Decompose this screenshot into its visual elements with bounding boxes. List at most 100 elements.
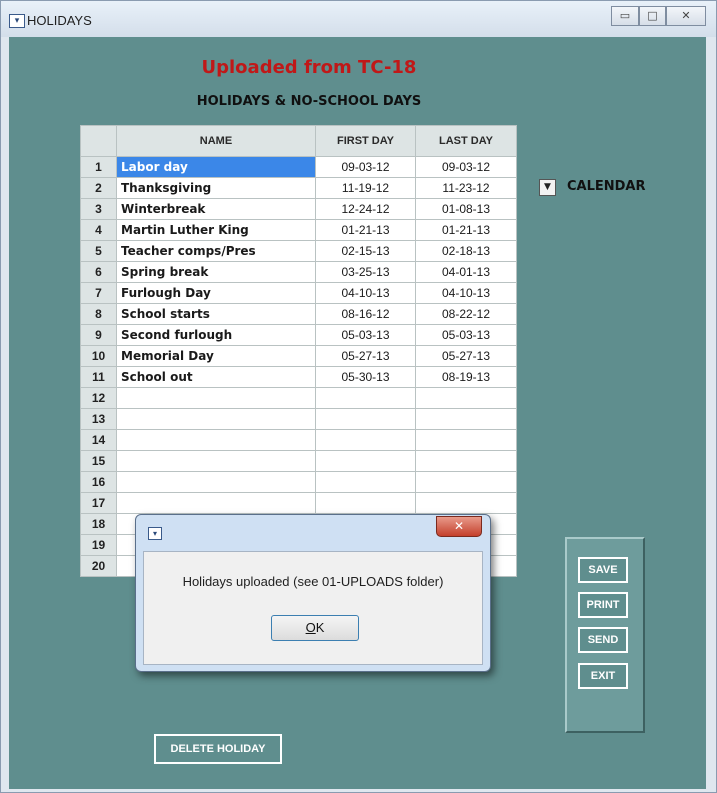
table-row[interactable]: 14 xyxy=(80,429,517,451)
holiday-name-cell[interactable]: Spring break xyxy=(116,261,316,283)
holiday-name-cell[interactable] xyxy=(116,492,316,514)
row-number: 8 xyxy=(80,303,117,325)
table-row[interactable]: 4 Martin Luther King 01-21-13 01-21-13 xyxy=(80,219,517,241)
holiday-name-cell[interactable]: Labor day xyxy=(116,156,316,178)
table-row[interactable]: 8 School starts 08-16-12 08-22-12 xyxy=(80,303,517,325)
holiday-name-cell[interactable]: Second furlough xyxy=(116,324,316,346)
name-column-header[interactable]: NAME xyxy=(116,125,316,157)
holiday-name-cell[interactable]: Martin Luther King xyxy=(116,219,316,241)
holiday-name-cell[interactable]: Furlough Day xyxy=(116,282,316,304)
first-day-cell[interactable]: 12-24-12 xyxy=(315,198,416,220)
row-number: 12 xyxy=(80,387,117,409)
row-number: 16 xyxy=(80,471,117,493)
print-button[interactable]: PRINT xyxy=(578,592,628,618)
first-day-cell[interactable] xyxy=(315,471,416,493)
dialog-app-icon: ▾ xyxy=(148,527,162,540)
last-day-cell[interactable] xyxy=(415,408,517,430)
table-row[interactable]: 5 Teacher comps/Pres 02-15-13 02-18-13 xyxy=(80,240,517,262)
ok-button[interactable]: OK xyxy=(271,615,359,641)
calendar-label: CALENDAR xyxy=(567,179,646,194)
holiday-name-cell[interactable]: Memorial Day xyxy=(116,345,316,367)
dialog-body: Holidays uploaded (see 01-UPLOADS folder… xyxy=(143,551,483,665)
holiday-name-cell[interactable] xyxy=(116,387,316,409)
table-row[interactable]: 13 xyxy=(80,408,517,430)
first-day-cell[interactable]: 05-30-13 xyxy=(315,366,416,388)
table-row[interactable]: 16 xyxy=(80,471,517,493)
last-day-cell[interactable] xyxy=(415,492,517,514)
delete-holiday-button[interactable]: DELETE HOLIDAY xyxy=(154,734,282,764)
first-day-cell[interactable]: 01-21-13 xyxy=(315,219,416,241)
first-day-column-header[interactable]: FIRST DAY xyxy=(315,125,416,157)
last-day-cell[interactable]: 09-03-12 xyxy=(415,156,517,178)
last-day-cell[interactable]: 05-03-13 xyxy=(415,324,517,346)
last-day-cell[interactable]: 02-18-13 xyxy=(415,240,517,262)
holidays-table[interactable]: NAME FIRST DAY LAST DAY 1 Labor day 09-03-… xyxy=(80,125,517,577)
table-row[interactable]: 1 Labor day 09-03-12 09-03-12 xyxy=(80,156,517,178)
table-row[interactable]: 10 Memorial Day 05-27-13 05-27-13 xyxy=(80,345,517,367)
first-day-cell[interactable]: 03-25-13 xyxy=(315,261,416,283)
table-row[interactable]: 6 Spring break 03-25-13 04-01-13 xyxy=(80,261,517,283)
holiday-name-cell[interactable] xyxy=(116,471,316,493)
table-row[interactable]: 12 xyxy=(80,387,517,409)
send-button[interactable]: SEND xyxy=(578,627,628,653)
holiday-name-cell[interactable]: Teacher comps/Pres xyxy=(116,240,316,262)
holiday-name-cell[interactable] xyxy=(116,408,316,430)
row-number: 9 xyxy=(80,324,117,346)
save-button[interactable]: SAVE xyxy=(578,557,628,583)
minimize-button[interactable]: ▭ xyxy=(611,6,639,26)
last-day-cell[interactable]: 08-22-12 xyxy=(415,303,517,325)
table-row[interactable]: 2 Thanksgiving 11-19-12 11-23-12 xyxy=(80,177,517,199)
first-day-cell[interactable]: 02-15-13 xyxy=(315,240,416,262)
last-day-cell[interactable]: 05-27-13 xyxy=(415,345,517,367)
last-day-cell[interactable] xyxy=(415,429,517,451)
table-row[interactable]: 3 Winterbreak 12-24-12 01-08-13 xyxy=(80,198,517,220)
first-day-cell[interactable]: 09-03-12 xyxy=(315,156,416,178)
table-row[interactable]: 15 xyxy=(80,450,517,472)
dialog-close-button[interactable]: ✕ xyxy=(436,516,482,537)
last-day-cell[interactable] xyxy=(415,471,517,493)
row-number: 5 xyxy=(80,240,117,262)
form-body: Uploaded from TC-18 HOLIDAYS & NO-SCHOOL… xyxy=(9,37,706,789)
app-icon[interactable]: ▾ xyxy=(9,14,25,28)
holiday-name-cell[interactable] xyxy=(116,429,316,451)
calendar-dropdown-icon[interactable]: ▼ xyxy=(539,179,556,196)
last-day-cell[interactable]: 11-23-12 xyxy=(415,177,517,199)
row-number: 11 xyxy=(80,366,117,388)
close-button[interactable]: ✕ xyxy=(666,6,706,26)
holiday-name-cell[interactable]: School out xyxy=(116,366,316,388)
first-day-cell[interactable] xyxy=(315,429,416,451)
first-day-cell[interactable] xyxy=(315,492,416,514)
holiday-name-cell[interactable]: School starts xyxy=(116,303,316,325)
last-day-cell[interactable] xyxy=(415,387,517,409)
first-day-cell[interactable]: 05-03-13 xyxy=(315,324,416,346)
maximize-button[interactable]: □ xyxy=(639,6,666,26)
first-day-cell[interactable] xyxy=(315,450,416,472)
first-day-cell[interactable] xyxy=(315,387,416,409)
holiday-name-cell[interactable]: Winterbreak xyxy=(116,198,316,220)
last-day-cell[interactable]: 08-19-13 xyxy=(415,366,517,388)
table-row[interactable]: 9 Second furlough 05-03-13 05-03-13 xyxy=(80,324,517,346)
action-button-panel: SAVE PRINT SEND EXIT xyxy=(565,537,645,733)
first-day-cell[interactable]: 11-19-12 xyxy=(315,177,416,199)
page-subtitle: HOLIDAYS & NO-SCHOOL DAYS xyxy=(196,94,422,109)
window-title: HOLIDAYS xyxy=(27,13,92,28)
first-day-cell[interactable]: 08-16-12 xyxy=(315,303,416,325)
table-row[interactable]: 7 Furlough Day 04-10-13 04-10-13 xyxy=(80,282,517,304)
last-day-column-header[interactable]: LAST DAY xyxy=(415,125,517,157)
last-day-cell[interactable]: 01-08-13 xyxy=(415,198,517,220)
first-day-cell[interactable]: 04-10-13 xyxy=(315,282,416,304)
table-row[interactable]: 17 xyxy=(80,492,517,514)
first-day-cell[interactable] xyxy=(315,408,416,430)
exit-button[interactable]: EXIT xyxy=(578,663,628,689)
row-number: 4 xyxy=(80,219,117,241)
row-number: 17 xyxy=(80,492,117,514)
holiday-name-cell[interactable]: Thanksgiving xyxy=(116,177,316,199)
last-day-cell[interactable] xyxy=(415,450,517,472)
last-day-cell[interactable]: 04-01-13 xyxy=(415,261,517,283)
first-day-cell[interactable]: 05-27-13 xyxy=(315,345,416,367)
table-row[interactable]: 11 School out 05-30-13 08-19-13 xyxy=(80,366,517,388)
last-day-cell[interactable]: 01-21-13 xyxy=(415,219,517,241)
ok-accelerator: O xyxy=(305,620,316,635)
last-day-cell[interactable]: 04-10-13 xyxy=(415,282,517,304)
holiday-name-cell[interactable] xyxy=(116,450,316,472)
